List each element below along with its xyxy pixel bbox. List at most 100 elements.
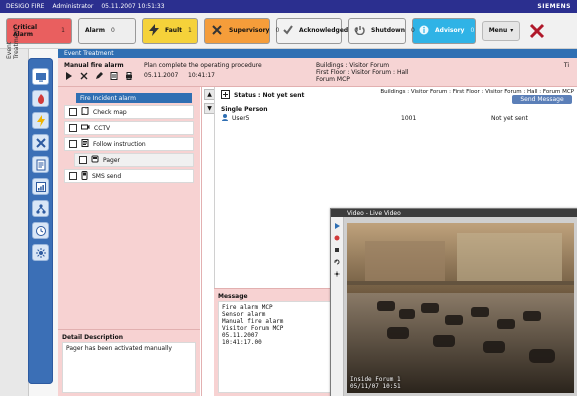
edit-button[interactable] xyxy=(94,72,104,82)
document-icon xyxy=(35,159,47,171)
play-button[interactable] xyxy=(64,72,74,82)
step-checkbox[interactable] xyxy=(69,124,77,132)
advisory-button[interactable]: Advisory 0 xyxy=(412,17,476,44)
status-icon xyxy=(221,90,230,101)
tool-history[interactable] xyxy=(32,222,49,239)
step-checkbox[interactable] xyxy=(69,172,77,180)
user-name: Administrator xyxy=(52,3,94,10)
video-overlay-text: Inside Forum 1 05/11/07 10:51 xyxy=(350,376,401,390)
tool-overview[interactable] xyxy=(32,68,49,85)
tool-fire[interactable] xyxy=(32,90,49,107)
menu-label: Menu xyxy=(488,27,508,34)
app-window: DESIGO FIRE Administrator 05.11.2007 10:… xyxy=(0,0,577,396)
status-title: Status : Not yet sent xyxy=(234,92,305,99)
step-checkbox[interactable] xyxy=(69,108,77,116)
recipient-name: User5 xyxy=(232,114,250,122)
tool-network[interactable] xyxy=(32,200,49,217)
tool-palette xyxy=(28,58,53,384)
video-play-button[interactable] xyxy=(333,223,341,231)
step-label: SMS send xyxy=(92,172,122,180)
video-settings-button[interactable] xyxy=(333,271,341,279)
selected-step-header[interactable]: Fire Incident alarm xyxy=(76,93,192,103)
tool-disable[interactable] xyxy=(32,134,49,151)
step-follow-instruction[interactable]: Follow instruction xyxy=(64,137,194,151)
tool-reports[interactable] xyxy=(32,178,49,195)
video-window-title: Video - Live Video xyxy=(331,209,577,217)
play-icon xyxy=(65,72,73,82)
detail-text: Pager has been activated manually xyxy=(62,342,196,393)
alarm-button[interactable]: Alarm 0 xyxy=(78,17,136,44)
alarm-bar: Critical Alarm 1 Alarm 0 Fault 1 Supervi… xyxy=(0,13,577,49)
brand-logo: SIEMENS xyxy=(537,3,571,10)
video-feed[interactable]: Inside Forum 1 05/11/07 10:51 xyxy=(347,223,574,393)
critical-alarm-count: 1 xyxy=(61,27,65,34)
app-logo-icon xyxy=(526,20,548,42)
lightning-icon xyxy=(149,23,159,38)
stop-button[interactable] xyxy=(79,72,89,82)
gear-icon xyxy=(334,271,340,279)
stop-icon xyxy=(334,247,340,255)
detail-description: Detail Description Pager has been activa… xyxy=(58,329,200,396)
gear-icon xyxy=(35,247,47,259)
chevron-down-icon: ▼ xyxy=(207,105,212,112)
event-date: 05.11.2007 xyxy=(144,72,179,79)
procedure-steps: Fire Incident alarm Check map CCTV Follo… xyxy=(58,87,200,329)
document-button[interactable] xyxy=(109,72,119,82)
info-icon xyxy=(419,25,429,37)
panel-header: Event Treatment xyxy=(58,49,577,58)
recipient-id: 1001 xyxy=(401,114,417,122)
cross-icon xyxy=(35,137,47,149)
shutdown-label: Shutdown xyxy=(371,27,405,34)
advisory-count: 0 xyxy=(470,27,475,34)
chevron-up-icon: ▲ xyxy=(207,91,212,98)
recipient-row[interactable]: User5 1001 Not yet sent xyxy=(221,114,571,122)
acknowledged-button[interactable]: Acknowledged 0 xyxy=(276,17,358,44)
step-cctv[interactable]: CCTV xyxy=(64,121,194,135)
app-name: DESIGO FIRE xyxy=(6,3,45,10)
step-label: Pager xyxy=(103,156,120,164)
single-person-label: Single Person xyxy=(221,106,268,113)
record-icon xyxy=(334,235,340,243)
building-info: Buildings : Visitor Forum First Floor : … xyxy=(316,62,409,83)
monitor-icon xyxy=(35,71,47,83)
video-window: Video - Live Video Inside Forum 1 05/11/… xyxy=(330,208,577,396)
report-icon xyxy=(35,181,47,193)
step-checkbox[interactable] xyxy=(79,156,87,164)
user-icon xyxy=(221,113,229,123)
supervisory-button[interactable]: Supervisory 0 xyxy=(204,17,279,44)
event-info: Manual fire alarm Plan complete the oper… xyxy=(58,58,577,87)
video-record-button[interactable] xyxy=(333,235,341,243)
fault-button[interactable]: Fault 1 xyxy=(142,17,198,44)
print-button[interactable] xyxy=(124,72,134,82)
menu-button[interactable]: Menu ▾ xyxy=(482,20,520,41)
tool-fault[interactable] xyxy=(32,112,49,129)
fire-icon xyxy=(35,93,47,105)
chevron-down-icon: ▾ xyxy=(510,27,514,34)
step-checkbox[interactable] xyxy=(69,140,77,148)
step-pager[interactable]: Pager xyxy=(74,153,194,167)
procedure-text: Plan complete the operating procedure xyxy=(144,62,262,69)
play-icon xyxy=(334,223,340,231)
fault-count: 1 xyxy=(188,27,192,34)
advisory-label: Advisory xyxy=(435,27,465,34)
alarm-count: 0 xyxy=(110,27,115,34)
printer-icon xyxy=(125,72,133,82)
send-message-button[interactable]: Send Message xyxy=(512,95,572,104)
title-bar: DESIGO FIRE Administrator 05.11.2007 10:… xyxy=(0,0,577,13)
cross-icon xyxy=(211,24,223,38)
camera-icon xyxy=(81,123,90,133)
video-rotate-button[interactable] xyxy=(333,259,341,267)
video-toolbar xyxy=(331,217,344,396)
step-check-map[interactable]: Check map xyxy=(64,105,194,119)
left-rail: Event Treatment xyxy=(0,28,29,396)
video-stop-button[interactable] xyxy=(333,247,341,255)
close-icon xyxy=(80,72,88,82)
lightning-icon xyxy=(35,114,47,127)
shutdown-count: 0 xyxy=(410,27,415,34)
map-icon xyxy=(81,106,89,117)
tool-documents[interactable] xyxy=(32,156,49,173)
step-sms-send[interactable]: SMS send xyxy=(64,169,194,183)
tool-settings[interactable] xyxy=(32,244,49,261)
step-label: Follow instruction xyxy=(93,140,146,148)
step-label: CCTV xyxy=(94,124,111,132)
